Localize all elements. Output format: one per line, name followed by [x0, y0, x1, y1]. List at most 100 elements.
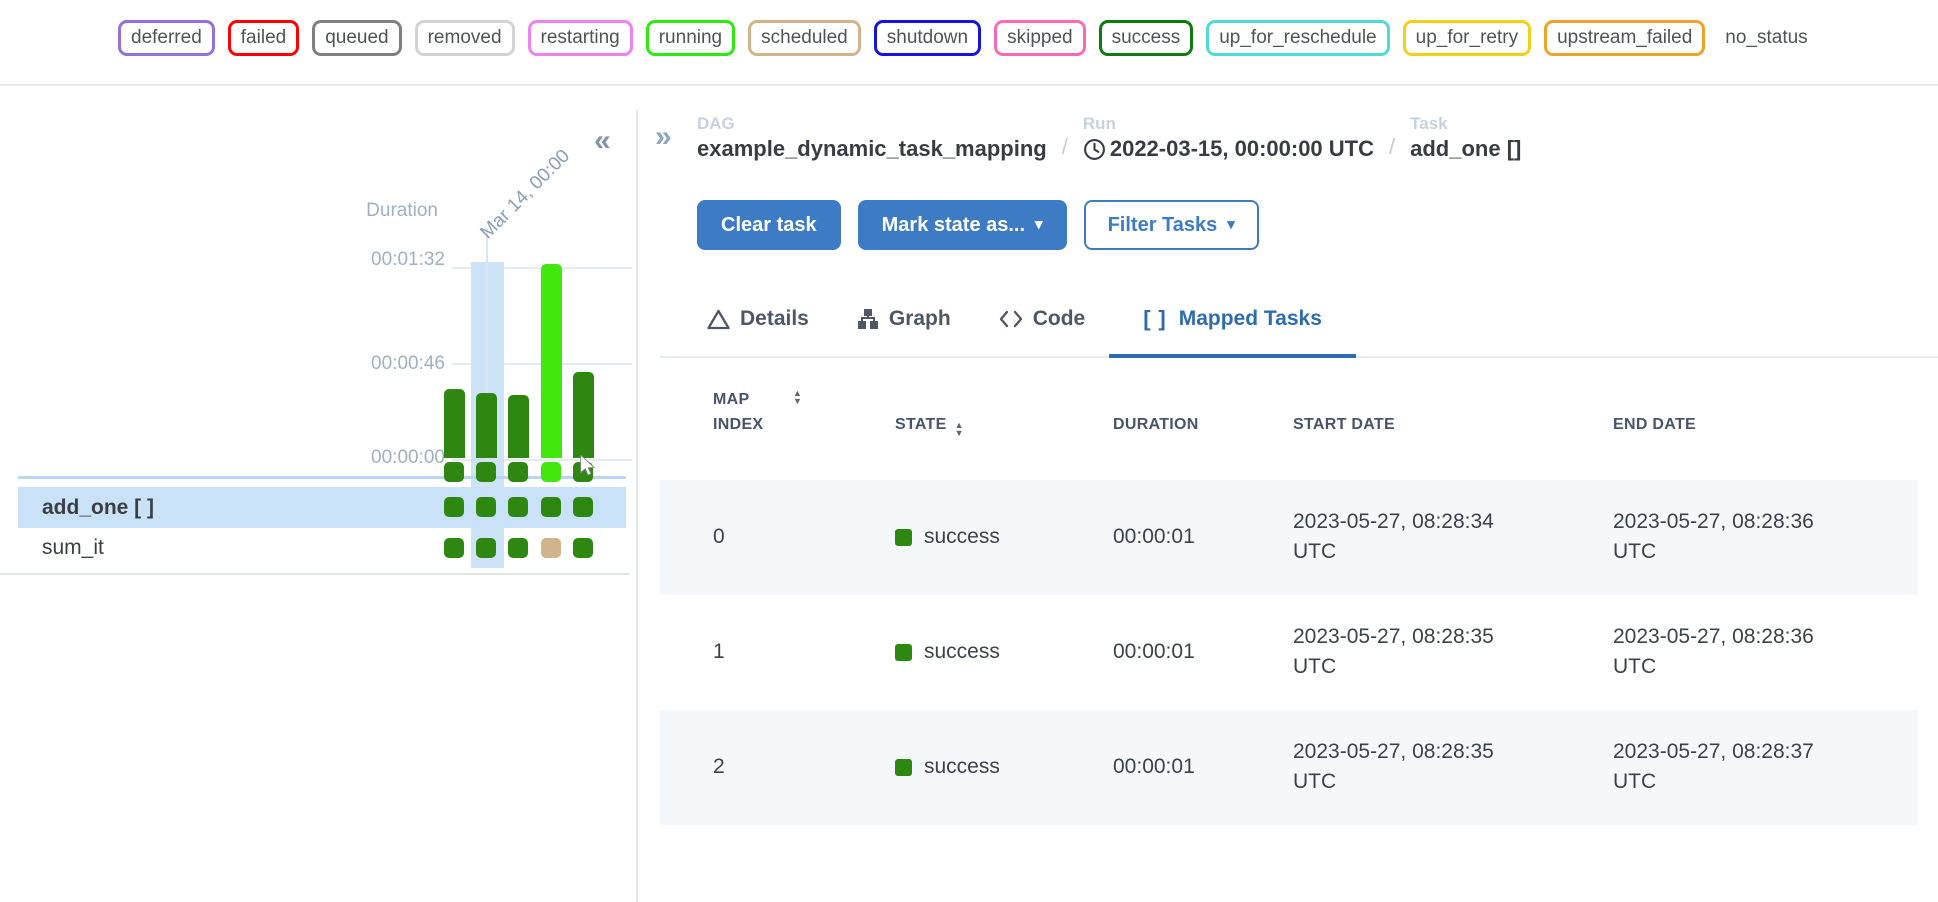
task-instance-square-0-4[interactable]	[573, 497, 593, 517]
task-instance-square-1-1[interactable]	[476, 538, 496, 558]
state-text: success	[924, 522, 1000, 552]
graph-icon	[857, 308, 879, 330]
mouse-cursor	[578, 455, 598, 477]
mark-state-as-button[interactable]: Mark state as... ▾	[858, 200, 1067, 250]
run-duration-bar-0[interactable]	[444, 389, 465, 458]
breadcrumb-dag: DAG example_dynamic_task_mapping	[697, 114, 1047, 162]
legend-badge-queued: queued	[312, 20, 401, 56]
run-duration-bar-3[interactable]	[541, 264, 562, 458]
run-state-square-3[interactable]	[541, 462, 561, 482]
cell-duration: 00:00:01	[1113, 637, 1293, 667]
state-square-success	[895, 759, 912, 776]
legend-badge-no_status: no_status	[1718, 20, 1820, 56]
expand-grid-icon[interactable]: »	[655, 120, 672, 154]
run-link[interactable]: 2022-03-15, 00:00:00 UTC	[1083, 136, 1374, 162]
state-legend: deferredfailedqueuedremovedrestartingrun…	[118, 20, 1821, 56]
mapped-task-row-2[interactable]: 2success00:00:012023-05-27, 08:28:35 UTC…	[660, 710, 1918, 825]
mapped-task-row-1[interactable]: 1success00:00:012023-05-27, 08:28:35 UTC…	[660, 595, 1918, 710]
breadcrumb-run: Run 2022-03-15, 00:00:00 UTC	[1083, 114, 1374, 162]
tab-details[interactable]: Details	[683, 298, 833, 356]
cell-duration: 00:00:01	[1113, 752, 1293, 782]
ytick-1: 00:00:46	[345, 353, 445, 375]
state-square-success	[895, 644, 912, 661]
column-header-map-index[interactable]: MAP INDEX ▲▼	[713, 388, 895, 438]
legend-badge-running: running	[646, 20, 735, 56]
airflow-grid-view: deferredfailedqueuedremovedrestartingrun…	[0, 0, 1938, 902]
sort-icon[interactable]: ▲▼	[955, 420, 964, 437]
run-duration-bar-4[interactable]	[573, 372, 594, 458]
details-icon	[707, 309, 730, 330]
cell-end-date: 2023-05-27, 08:28:36 UTC	[1613, 507, 1818, 568]
breadcrumb-separator: /	[1062, 134, 1068, 162]
legend-badge-failed: failed	[228, 20, 299, 56]
cell-end-date: 2023-05-27, 08:28:36 UTC	[1613, 622, 1818, 683]
collapse-grid-icon[interactable]: «	[594, 124, 611, 158]
task-instance-square-0-1[interactable]	[476, 497, 496, 517]
mapped-tasks-rows: 0 success 00:00:01 2023-05-27, 08:28:34 UTC…	[660, 480, 1918, 825]
table-header: MAP INDEX ▲▼ STATE ▲▼ DURATION START DAT…	[660, 388, 1918, 438]
filter-tasks-button[interactable]: Filter Tasks ▾	[1084, 200, 1259, 250]
cell-start-date: 2023-05-27, 08:28:35 UTC	[1293, 737, 1498, 798]
tab-mapped-tasks[interactable]: [ ] Mapped Tasks	[1109, 298, 1356, 356]
cell-start-date: 2023-05-27, 08:28:34 UTC	[1293, 507, 1498, 568]
run-state-square-0[interactable]	[444, 462, 464, 482]
state-text: success	[924, 752, 1000, 782]
cell-state: success	[895, 752, 1113, 782]
column-header-end-date: END DATE	[1613, 413, 1918, 438]
tab-graph[interactable]: Graph	[833, 298, 975, 356]
brackets-icon: [ ]	[1143, 306, 1169, 332]
task-instance-square-0-3[interactable]	[541, 497, 561, 517]
selected-task-topline	[18, 476, 626, 479]
run-state-square-2[interactable]	[508, 462, 528, 482]
task-instance-square-1-4[interactable]	[573, 538, 593, 558]
legend-badge-success: success	[1099, 20, 1194, 56]
legend-badge-shutdown: shutdown	[874, 20, 981, 56]
task-row-sum-it[interactable]: sum_it	[18, 528, 626, 568]
legend-badge-restarting: restarting	[528, 20, 633, 56]
task-instance-square-1-0[interactable]	[444, 538, 464, 558]
task-instance-square-0-0[interactable]	[444, 497, 464, 517]
legend-badge-up_for_reschedule: up_for_reschedule	[1206, 20, 1389, 56]
tab-mapped-tasks-label: Mapped Tasks	[1179, 307, 1322, 331]
task-name: add_one [ ]	[42, 487, 154, 528]
legend-badge-skipped: skipped	[994, 20, 1086, 56]
state-square-success	[895, 529, 912, 546]
run-duration-bar-1[interactable]	[476, 393, 497, 458]
task-instance-square-1-3[interactable]	[541, 538, 561, 558]
run-duration-bar-2[interactable]	[508, 395, 529, 458]
cell-start-date: 2023-05-27, 08:28:35 UTC	[1293, 622, 1498, 683]
task-instance-square-1-2[interactable]	[508, 538, 528, 558]
column-header-state[interactable]: STATE ▲▼	[895, 413, 1113, 438]
task-name: sum_it	[42, 528, 104, 568]
legend-badge-scheduled: scheduled	[748, 20, 861, 56]
tab-code[interactable]: Code	[975, 298, 1110, 356]
dag-label: DAG	[697, 114, 1047, 134]
legend-badge-removed: removed	[415, 20, 515, 56]
sort-icon[interactable]: ▲▼	[793, 388, 802, 405]
selected-run-date-label: Mar 14, 00:00	[476, 146, 574, 244]
mapped-task-row-0[interactable]: 0success00:00:012023-05-27, 08:28:34 UTC…	[660, 480, 1918, 595]
task-instance-square-0-2[interactable]	[508, 497, 528, 517]
detail-tabs: Details Graph Code [ ] Mapped Tasks	[660, 298, 1938, 358]
legend-divider	[0, 84, 1938, 86]
column-header-start-date: START DATE	[1293, 413, 1613, 438]
clear-task-button[interactable]: Clear task	[697, 200, 841, 250]
tasklist-bottom-line	[0, 573, 630, 575]
cell-map-index: 0	[713, 522, 895, 552]
column-header-duration: DURATION	[1113, 413, 1293, 438]
panel-divider[interactable]	[636, 110, 638, 902]
run-state-square-1[interactable]	[476, 462, 496, 482]
clock-icon	[1083, 138, 1106, 161]
cell-state: success	[895, 522, 1113, 552]
dag-name-link[interactable]: example_dynamic_task_mapping	[697, 136, 1047, 162]
legend-badge-upstream_failed: upstream_failed	[1544, 20, 1705, 56]
breadcrumb: DAG example_dynamic_task_mapping / Run 2…	[697, 114, 1521, 162]
task-row-add-one[interactable]: add_one [ ]	[18, 487, 626, 528]
cell-end-date: 2023-05-27, 08:28:37 UTC	[1613, 737, 1818, 798]
filter-tasks-label: Filter Tasks	[1108, 212, 1218, 238]
task-value: add_one []	[1410, 136, 1521, 162]
run-label: Run	[1083, 114, 1374, 134]
task-actions: Clear task Mark state as... ▾ Filter Tas…	[697, 200, 1259, 250]
legend-badge-up_for_retry: up_for_retry	[1403, 20, 1531, 56]
mapped-tasks-table: MAP INDEX ▲▼ STATE ▲▼ DURATION START DAT…	[660, 388, 1918, 825]
